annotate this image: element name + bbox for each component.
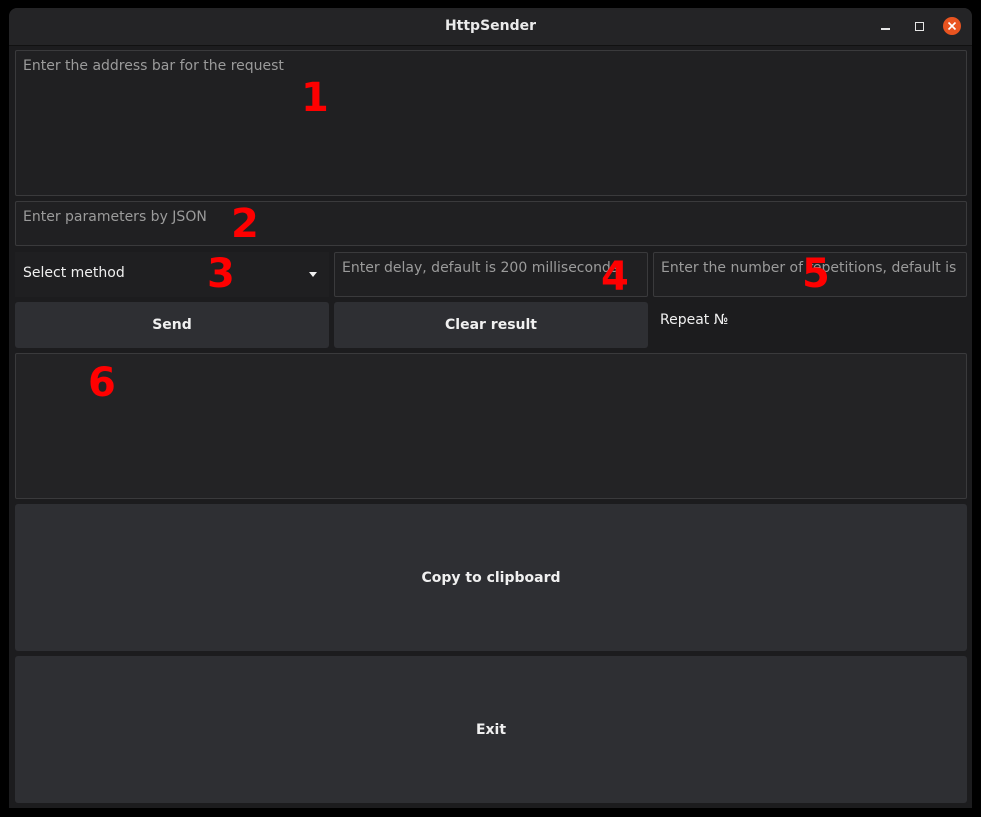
clear-result-button[interactable]: Clear result — [334, 302, 648, 348]
url-placeholder: Enter the address bar for the request — [23, 58, 284, 74]
delay-placeholder: Enter delay, default is 200 milliseconds — [342, 260, 619, 276]
close-icon — [947, 21, 957, 31]
marker-1: 1 — [301, 75, 329, 121]
title-bar: HttpSender — [9, 8, 972, 46]
chevron-down-icon — [309, 272, 317, 277]
send-button[interactable]: Send — [15, 302, 329, 348]
maximize-icon — [914, 21, 924, 31]
marker-4: 4 — [601, 254, 629, 300]
result-output[interactable] — [15, 353, 967, 499]
marker-5: 5 — [802, 251, 830, 297]
minimize-icon — [880, 28, 890, 30]
app-window: HttpSender Enter the address bar for the… — [9, 8, 972, 808]
repeat-label: Repeat № — [660, 312, 729, 328]
params-input[interactable]: Enter parameters by JSON — [15, 201, 967, 246]
params-placeholder: Enter parameters by JSON — [23, 209, 207, 225]
window-title: HttpSender — [444, 18, 537, 34]
marker-3: 3 — [207, 251, 235, 297]
method-select-value: Select method — [23, 265, 125, 281]
exit-button[interactable]: Exit — [15, 656, 967, 803]
method-select[interactable]: Select method — [15, 252, 329, 297]
close-button[interactable] — [943, 17, 961, 35]
maximize-button[interactable] — [910, 17, 928, 35]
marker-2: 2 — [231, 201, 259, 247]
url-input[interactable]: Enter the address bar for the request — [15, 50, 967, 196]
copy-to-clipboard-button[interactable]: Copy to clipboard — [15, 504, 967, 651]
marker-6: 6 — [88, 360, 116, 406]
minimize-button[interactable] — [876, 17, 894, 35]
